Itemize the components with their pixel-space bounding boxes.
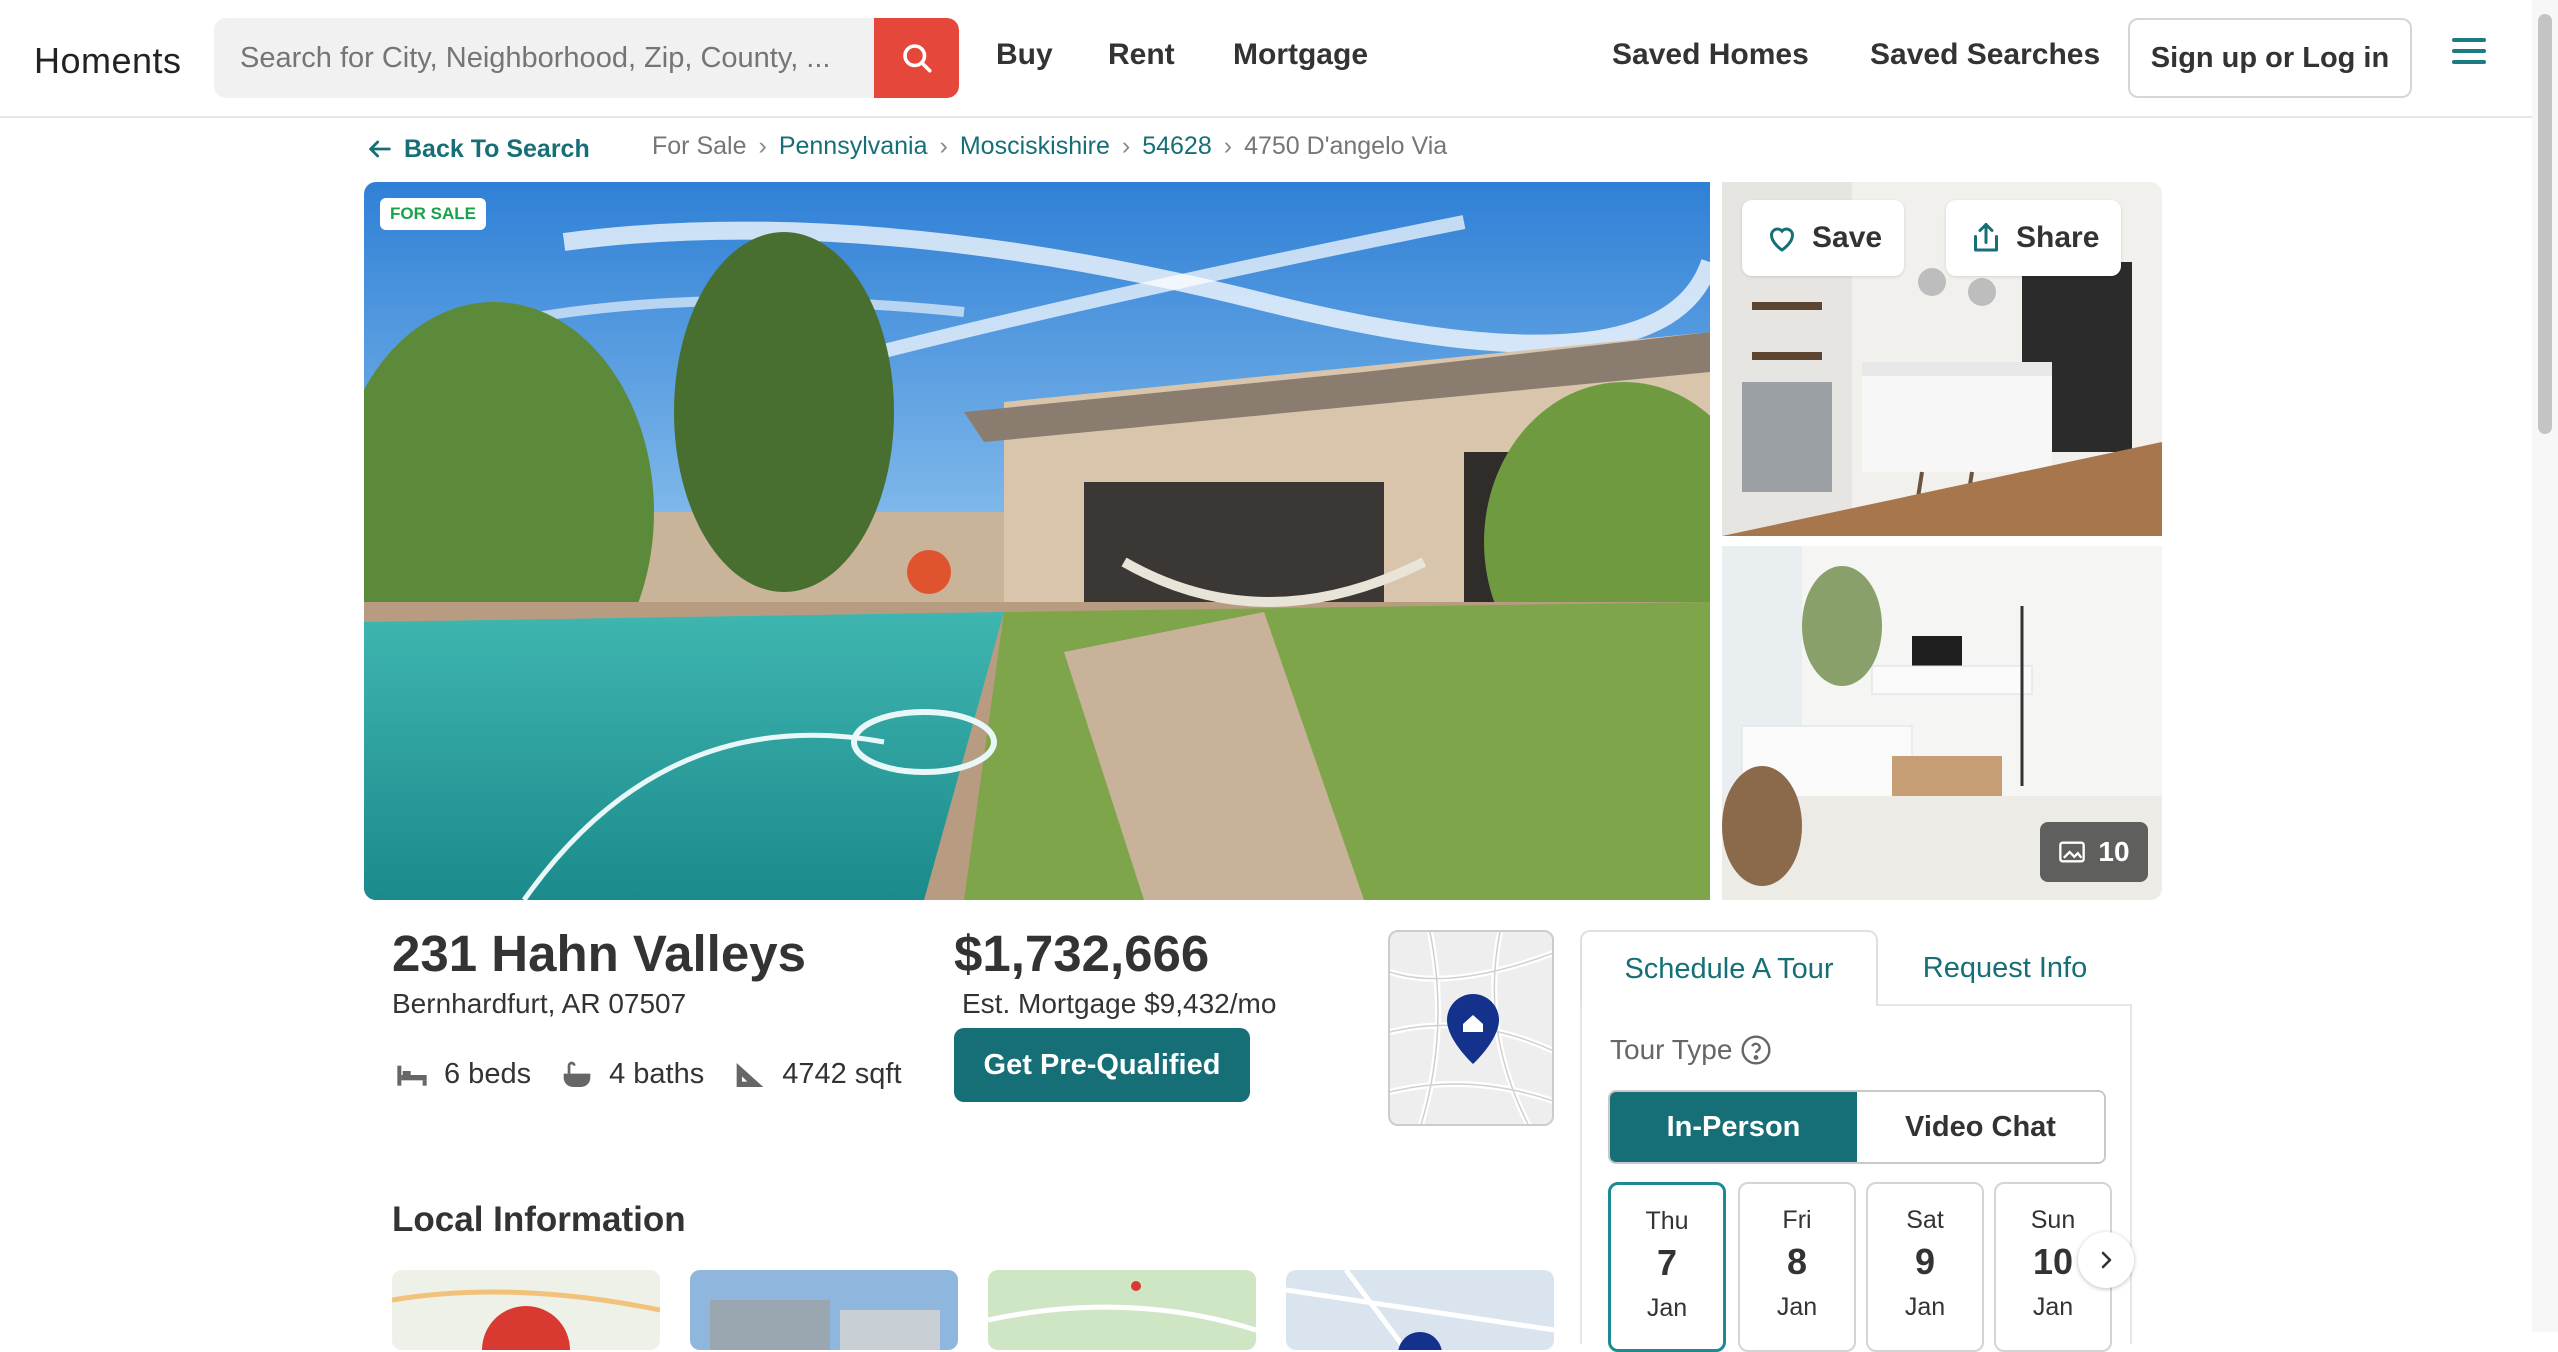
hamburger-menu-icon[interactable] bbox=[2452, 38, 2486, 68]
date-option[interactable]: Fri 8 Jan bbox=[1738, 1182, 1856, 1352]
get-prequalified-button[interactable]: Get Pre-Qualified bbox=[954, 1028, 1250, 1102]
logo[interactable]: Homents bbox=[34, 40, 182, 82]
breadcrumb-trail: For Sale › Pennsylvania › Mosciskishire … bbox=[652, 132, 1447, 161]
day-of-week: Sun bbox=[2030, 1206, 2076, 1234]
nav-rent[interactable]: Rent bbox=[1108, 38, 1175, 72]
baths-stat: 4 baths bbox=[561, 1058, 704, 1091]
date-option[interactable]: Thu 7 Jan bbox=[1608, 1182, 1726, 1352]
tour-type-label-row: Tour Type bbox=[1610, 1034, 1772, 1066]
search-bar bbox=[214, 18, 959, 98]
listing-address: 231 Hahn Valleys bbox=[392, 925, 806, 982]
back-to-search-label: Back To Search bbox=[404, 134, 590, 163]
video-chat-option[interactable]: Video Chat bbox=[1857, 1092, 2104, 1162]
photo-count: 10 bbox=[2098, 836, 2130, 867]
bed-icon bbox=[397, 1065, 427, 1086]
day-month: Jan bbox=[2032, 1293, 2074, 1321]
tour-type-label: Tour Type bbox=[1610, 1034, 1733, 1065]
nav-saved-searches[interactable]: Saved Searches bbox=[1870, 38, 2100, 72]
nav-mortgage[interactable]: Mortgage bbox=[1233, 38, 1368, 72]
date-option[interactable]: Sat 9 Jan bbox=[1866, 1182, 1984, 1352]
arrow-left-icon bbox=[369, 140, 391, 158]
share-label: Share bbox=[2016, 221, 2100, 254]
for-sale-badge: FOR SALE bbox=[380, 198, 486, 230]
baths-value: 4 baths bbox=[609, 1058, 705, 1090]
ruler-area-icon bbox=[736, 1062, 764, 1087]
local-thumb-school-map[interactable] bbox=[988, 1270, 1256, 1350]
main-listing-photo[interactable] bbox=[364, 182, 1710, 900]
crumb-state[interactable]: Pennsylvania bbox=[779, 132, 928, 161]
nav-buy[interactable]: Buy bbox=[996, 38, 1053, 72]
help-icon[interactable] bbox=[1740, 1034, 1772, 1066]
local-thumb-area-map[interactable] bbox=[1286, 1270, 1554, 1350]
chevron-right-icon bbox=[2101, 1251, 2112, 1269]
tab-schedule-tour[interactable]: Schedule A Tour bbox=[1580, 930, 1878, 1006]
bathtub-icon bbox=[563, 1061, 591, 1087]
heart-icon bbox=[1769, 227, 1795, 252]
day-of-week: Thu bbox=[1645, 1207, 1689, 1235]
save-button[interactable]: Save bbox=[1742, 200, 1905, 276]
share-button[interactable]: Share bbox=[1946, 200, 2122, 276]
sqft-value: 4742 sqft bbox=[782, 1058, 902, 1090]
chevron-right-icon: › bbox=[939, 132, 948, 160]
day-of-week: Fri bbox=[1782, 1206, 1812, 1234]
login-button[interactable]: Sign up or Log in bbox=[2128, 18, 2412, 98]
listing-price: $1,732,666 bbox=[954, 925, 1210, 982]
local-thumb-house[interactable] bbox=[690, 1270, 958, 1350]
breadcrumb: Back To Search For Sale › Pennsylvania ›… bbox=[366, 132, 1447, 166]
day-month: Jan bbox=[1646, 1294, 1688, 1322]
back-to-search-link[interactable]: Back To Search bbox=[366, 135, 590, 164]
tour-type-toggle: In-Person Video Chat bbox=[1608, 1090, 2106, 1164]
in-person-option[interactable]: In-Person bbox=[1610, 1092, 1857, 1162]
listing-city: Bernhardfurt, AR 07507 bbox=[392, 988, 687, 1019]
share-icon bbox=[1974, 223, 1998, 252]
local-information-title: Local Information bbox=[392, 1200, 686, 1239]
crumb-city[interactable]: Mosciskishire bbox=[960, 132, 1110, 161]
top-nav-bar: Homents Buy Rent Mortgage Saved Homes Sa… bbox=[0, 0, 2558, 118]
beds-stat: 6 beds bbox=[396, 1058, 531, 1091]
sqft-stat: 4742 sqft bbox=[734, 1058, 902, 1091]
crumb-street: 4750 D'angelo Via bbox=[1244, 132, 1448, 160]
listing-stats: 6 beds 4 baths 4742 sqft bbox=[396, 1058, 932, 1091]
search-icon bbox=[902, 44, 932, 73]
day-number: 7 bbox=[1656, 1242, 1678, 1283]
day-month: Jan bbox=[1904, 1293, 1946, 1321]
local-thumb-map[interactable] bbox=[392, 1270, 660, 1350]
crumb-for-sale: For Sale bbox=[652, 132, 747, 160]
beds-value: 6 beds bbox=[444, 1058, 532, 1090]
next-dates-button[interactable] bbox=[2078, 1232, 2134, 1288]
tour-tabs: Schedule A Tour Request Info bbox=[1580, 930, 2132, 1006]
photo-count-button[interactable]: 10 bbox=[2040, 822, 2148, 882]
nav-saved-homes[interactable]: Saved Homes bbox=[1612, 38, 1809, 72]
day-number: 9 bbox=[1914, 1241, 1936, 1282]
image-icon bbox=[2059, 841, 2086, 863]
chevron-right-icon: › bbox=[758, 132, 767, 160]
crumb-zip[interactable]: 54628 bbox=[1142, 132, 1212, 161]
scrollbar-thumb[interactable] bbox=[2538, 14, 2552, 434]
chevron-right-icon: › bbox=[1121, 132, 1131, 160]
tab-request-info[interactable]: Request Info bbox=[1878, 930, 2132, 1006]
map-thumbnail[interactable] bbox=[1388, 930, 1554, 1126]
day-month: Jan bbox=[1776, 1293, 1818, 1321]
day-number: 8 bbox=[1786, 1241, 1808, 1282]
chevron-right-icon: › bbox=[1223, 132, 1233, 160]
save-label: Save bbox=[1812, 221, 1883, 254]
estimated-mortgage: Est. Mortgage $9,432/mo bbox=[962, 988, 1277, 1019]
day-of-week: Sat bbox=[1906, 1206, 1944, 1234]
search-input[interactable] bbox=[214, 18, 874, 98]
search-button[interactable] bbox=[874, 18, 959, 98]
